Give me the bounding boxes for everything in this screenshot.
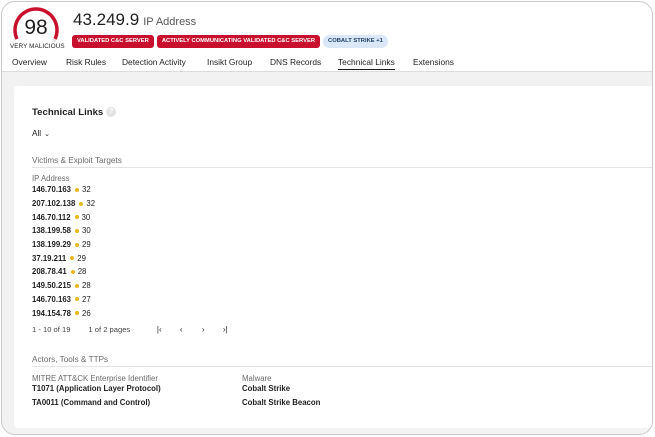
pagination: 1 - 10 of 19 1 of 2 pages |‹ ‹ › ›| [32,325,236,334]
ip-link[interactable]: 37.19.211 [32,254,66,263]
prev-page-button[interactable]: ‹ [170,325,192,334]
list-item: 37.19.211 29 [32,251,95,265]
divider [32,167,652,168]
mitre-tactic-link[interactable]: TA0011 (Command and Control) [32,398,150,407]
malware-column-label: Malware [242,374,272,383]
badge-actively-communicating[interactable]: ACTIVELY COMMUNICATING VALIDATED C&C SER… [156,35,321,48]
technical-links-panel: Technical Links ? All ⌄ Victims & Exploit… [14,86,652,428]
ip-score: 32 [86,199,96,209]
tab-extensions[interactable]: Extensions [413,57,454,67]
score-dot-icon [79,201,84,206]
filter-dropdown[interactable]: All ⌄ [32,129,50,138]
risk-score-gauge: 98 VERY MALICIOUS [7,5,65,53]
list-item: 146.70.112 30 [32,210,95,224]
list-item: 149.50.215 28 [32,279,95,293]
ip-score: 27 [82,294,91,304]
first-page-button[interactable]: |‹ [148,325,170,334]
ip-score: 30 [82,226,91,236]
score-dot-icon [75,242,80,247]
score-dot-icon [75,228,80,233]
tab-bar: Overview Risk Rules Detection Activity I… [2,56,652,72]
score-dot-icon [70,269,75,274]
score-dot-icon [75,187,80,192]
ip-score: 29 [82,240,91,250]
ip-score: 29 [77,253,86,263]
badge-validated-cc[interactable]: VALIDATED C&C SERVER [72,35,154,48]
ip-link[interactable]: 149.50.215 [32,281,71,290]
risk-label: VERY MALICIOUS [10,43,65,50]
tab-overview[interactable]: Overview [12,57,47,67]
ip-link[interactable]: 207.102.138 [32,199,75,208]
ip-link[interactable]: 138.199.29 [32,240,71,249]
help-icon[interactable]: ? [106,107,116,117]
victim-ip-list: 146.70.163 32 207.102.138 32 146.70.112 30 … [32,183,95,320]
tab-dns-records[interactable]: DNS Records [270,57,321,67]
filter-value: All [32,129,42,138]
tab-technical-links[interactable]: Technical Links [338,57,395,70]
entity-title: 43.249.9 IP Address [73,10,196,30]
last-page-button[interactable]: ›| [214,325,236,334]
score-dot-icon [75,297,80,302]
entity-type: IP Address [143,16,197,28]
mitre-column-label: MITRE ATT&CK Enterprise Identifier [32,374,158,383]
section-title: Technical Links [32,107,104,118]
ip-score: 30 [81,212,91,222]
risk-score: 98 [24,16,48,39]
tab-insikt-group[interactable]: Insikt Group [207,57,252,67]
malware-link[interactable]: Cobalt Strike [242,384,290,393]
entity-header: 98 VERY MALICIOUS 43.249.9 IP Address VAL… [2,2,652,72]
score-dot-icon [75,311,80,316]
score-dot-icon [75,283,80,288]
pagination-range: 1 - 10 of 19 [32,325,71,334]
ip-column-label: IP Address [32,174,70,183]
risk-badges: VALIDATED C&C SERVER ACTIVELY COMMUNICAT… [72,35,388,48]
list-item: 208.78.41 28 [32,265,95,279]
ip-score: 28 [82,281,91,291]
ip-link[interactable]: 208.78.41 [32,267,67,276]
ip-score: 32 [82,185,91,195]
app-window: 98 VERY MALICIOUS 43.249.9 IP Address VAL… [1,1,653,435]
ip-score: 26 [82,308,91,318]
tab-detection-activity[interactable]: Detection Activity [122,57,186,67]
list-item: 207.102.138 32 [32,197,95,211]
score-dot-icon [70,256,75,261]
malware-link[interactable]: Cobalt Strike Beacon [242,398,320,407]
list-item: 138.199.58 30 [32,224,95,238]
list-item: 194.154.78 26 [32,306,95,320]
list-item: 138.199.29 29 [32,238,95,252]
victims-header: Victims & Exploit Targets [32,156,122,165]
ip-link[interactable]: 146.70.163 [32,295,71,304]
tab-risk-rules[interactable]: Risk Rules [66,57,106,67]
divider [32,366,652,367]
list-item: 146.70.163 27 [32,293,95,307]
ip-link[interactable]: 138.199.58 [32,226,71,235]
next-page-button[interactable]: › [192,325,214,334]
ip-link[interactable]: 146.70.112 [32,213,71,222]
badge-cobalt-strike[interactable]: COBALT STRIKE +1 [323,35,388,48]
chevron-down-icon: ⌄ [44,131,50,138]
mitre-technique-link[interactable]: T1071 (Application Layer Protocol) [32,384,161,393]
ip-link[interactable]: 146.70.163 [32,185,71,194]
actors-header: Actors, Tools & TTPs [32,355,109,364]
score-dot-icon [74,215,79,220]
ip-link[interactable]: 194.154.78 [32,309,71,318]
entity-value: 43.249.9 [73,10,140,29]
ip-score: 28 [77,267,87,277]
pagination-pages: 1 of 2 pages [88,325,131,334]
list-item: 146.70.163 32 [32,183,95,197]
